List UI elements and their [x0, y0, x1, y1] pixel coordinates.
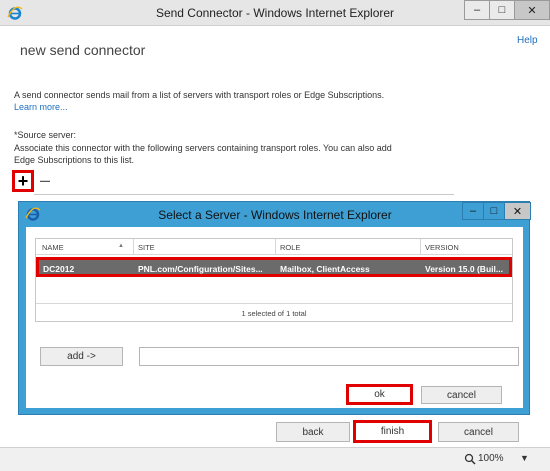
help-link[interactable]: Help: [517, 35, 538, 46]
dialog-cancel-button[interactable]: cancel: [421, 386, 502, 404]
back-button[interactable]: back: [276, 422, 350, 442]
dialog-close-button[interactable]: ✕: [504, 202, 531, 220]
minimize-button[interactable]: –: [464, 0, 490, 20]
finish-button[interactable]: finish: [353, 420, 432, 443]
ok-button[interactable]: ok: [346, 384, 413, 405]
cancel-button[interactable]: cancel: [438, 422, 519, 442]
column-header-role[interactable]: ROLE: [280, 243, 300, 252]
connector-description: A send connector sends mail from a list …: [14, 90, 385, 100]
column-header-name[interactable]: NAME: [42, 243, 64, 252]
chevron-down-icon[interactable]: ▼: [520, 453, 529, 463]
select-server-dialog: Select a Server - Windows Internet Explo…: [18, 201, 531, 415]
learn-more-link[interactable]: Learn more...: [14, 102, 68, 112]
window-titlebar: Send Connector - Windows Internet Explor…: [0, 0, 550, 26]
server-site: PNL.com/Configuration/Sites...: [138, 264, 263, 274]
server-role: Mailbox, ClientAccess: [280, 264, 370, 274]
dialog-body: NAME ▲ SITE ROLE VERSION DC2012 PNL.com/…: [26, 227, 523, 408]
add-selected-button[interactable]: add ->: [40, 347, 123, 366]
maximize-button[interactable]: □: [489, 0, 515, 20]
dialog-title: Select a Server - Windows Internet Explo…: [158, 208, 392, 222]
magnifier-icon[interactable]: [464, 453, 476, 467]
status-bar: 100% ▼: [0, 447, 550, 471]
source-server-description: Associate this connector with the follow…: [14, 143, 392, 165]
selection-status: 1 selected of 1 total: [36, 303, 512, 321]
add-server-button[interactable]: +: [12, 170, 34, 192]
dialog-maximize-button[interactable]: □: [483, 202, 505, 220]
table-row[interactable]: DC2012 PNL.com/Configuration/Sites... Ma…: [36, 257, 512, 277]
sort-ascending-icon: ▲: [118, 243, 124, 249]
page-title: new send connector: [20, 42, 146, 58]
server-table: NAME ▲ SITE ROLE VERSION DC2012 PNL.com/…: [35, 238, 513, 322]
server-version: Version 15.0 (Buil...: [425, 264, 503, 274]
source-server-label: *Source server:: [14, 130, 77, 140]
remove-server-button[interactable]: –: [40, 170, 50, 191]
table-header: NAME ▲ SITE ROLE VERSION: [36, 239, 512, 255]
column-divider: [275, 239, 276, 255]
column-header-version[interactable]: VERSION: [425, 243, 459, 252]
column-divider: [133, 239, 134, 255]
column-divider: [420, 239, 421, 255]
zoom-level[interactable]: 100%: [478, 453, 504, 464]
dialog-minimize-button[interactable]: –: [462, 202, 484, 220]
server-name: DC2012: [43, 264, 75, 274]
close-button[interactable]: ✕: [514, 0, 550, 20]
selected-servers-field[interactable]: [139, 347, 519, 366]
column-header-site[interactable]: SITE: [138, 243, 155, 252]
